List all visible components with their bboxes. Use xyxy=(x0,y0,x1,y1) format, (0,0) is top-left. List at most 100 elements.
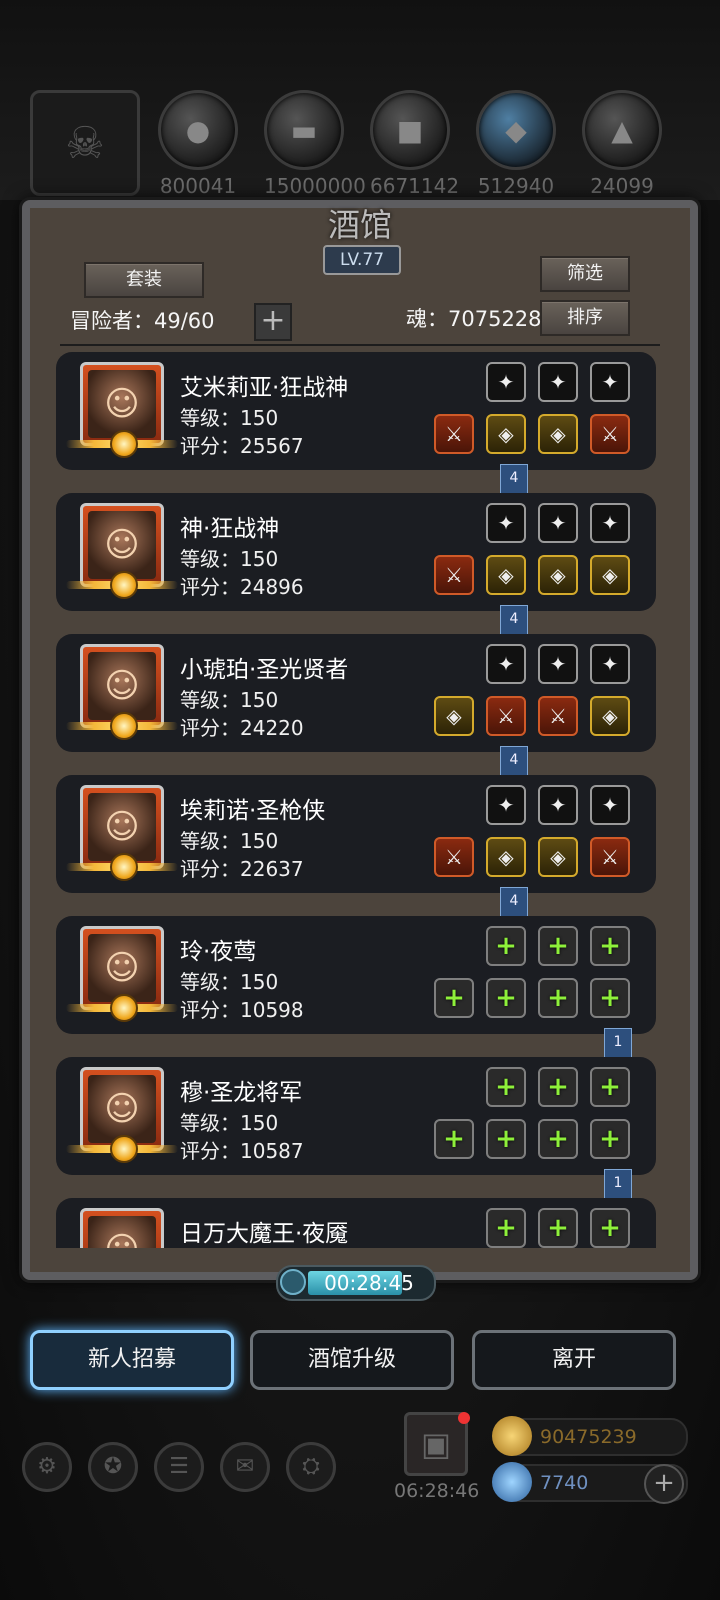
settings-icon[interactable]: ⚙ xyxy=(22,1442,72,1492)
gift-timer: 06:28:46 xyxy=(394,1480,480,1502)
resource-value: 15000000 xyxy=(264,174,366,198)
hero-card[interactable]: ☺ 埃莉诺·圣枪侠 等级：150 评分：22637 ✦ ✦ ✦ ⚔ ◈ ◈ ⚔ 4 xyxy=(56,775,656,917)
hero-list[interactable]: ☺ 艾米莉亚·狂战神 等级：150 评分：25567 ✦ ✦ ✦ ⚔ ◈ ◈ ⚔ 4 ☺ 神·狂战神 等级：… xyxy=(56,352,656,1248)
hero-avatar-icon: ☺ xyxy=(88,511,156,579)
equipment-slot[interactable]: ✦ xyxy=(538,362,578,402)
hero-score: 评分：10587 xyxy=(180,1139,304,1163)
equipment-slot[interactable]: + xyxy=(538,1119,578,1159)
equipment-slot[interactable]: ⚔ xyxy=(434,414,474,454)
equipment-slot[interactable]: + xyxy=(590,1067,630,1107)
equipment-slot[interactable]: + xyxy=(486,1067,526,1107)
equipment-slot[interactable]: ◈ xyxy=(486,414,526,454)
equipment-slot[interactable]: ◈ xyxy=(538,837,578,877)
equipment-slot[interactable]: + xyxy=(434,978,474,1018)
recruit-button[interactable]: 新人招募 xyxy=(30,1330,234,1390)
equipment-slot[interactable]: + xyxy=(538,978,578,1018)
mail-icon[interactable]: ✉ xyxy=(220,1442,270,1492)
equipment-slot[interactable]: ✦ xyxy=(590,644,630,684)
equipment-slot[interactable]: ◈ xyxy=(538,414,578,454)
equipment-slot[interactable]: ✦ xyxy=(538,785,578,825)
equipment-slot[interactable]: + xyxy=(590,1208,630,1248)
equipment-slot[interactable]: ⚔ xyxy=(434,555,474,595)
equipment-slot[interactable]: ◈ xyxy=(590,696,630,736)
equipment-slot[interactable]: + xyxy=(538,926,578,966)
gold-value: 90475239 xyxy=(540,1426,637,1448)
upgrade-button[interactable]: 酒馆升级 xyxy=(250,1330,454,1390)
sort-button[interactable]: 排序 xyxy=(540,300,630,336)
equipment-slot[interactable]: + xyxy=(486,1119,526,1159)
equipment-slot[interactable]: + xyxy=(590,1119,630,1159)
resource-value: 24099 xyxy=(590,174,654,198)
helmet-icon[interactable]: ☠ xyxy=(30,90,140,196)
gem-currency: 7740 + xyxy=(492,1462,688,1504)
rank-gem-icon xyxy=(110,430,138,458)
equipment-slot[interactable]: ✦ xyxy=(538,644,578,684)
resource-wood[interactable]: ▬ 15000000 xyxy=(264,90,366,198)
equipment-slot[interactable]: ✦ xyxy=(486,644,526,684)
equipment-slot[interactable]: + xyxy=(590,926,630,966)
achievement-icon[interactable]: ✪ xyxy=(88,1442,138,1492)
hero-avatar-icon: ☺ xyxy=(88,793,156,861)
gem-icon xyxy=(492,1462,532,1502)
equipment-slot[interactable]: ◈ xyxy=(486,837,526,877)
gem-value: 7740 xyxy=(540,1472,589,1494)
equipment-slot[interactable]: ◈ xyxy=(590,555,630,595)
hero-avatar-icon: ☺ xyxy=(88,1075,156,1143)
equipment-slot[interactable]: + xyxy=(434,1119,474,1159)
hero-score: 评分：10598 xyxy=(180,998,304,1022)
equipment-slot[interactable]: + xyxy=(590,978,630,1018)
hero-card[interactable]: ☺ 神·狂战神 等级：150 评分：24896 ✦ ✦ ✦ ⚔ ◈ ◈ ◈ 4 xyxy=(56,493,656,635)
set-button[interactable]: 套装 xyxy=(84,262,204,298)
resource-value: 6671142 xyxy=(370,174,460,198)
meat-icon: ● xyxy=(158,90,238,170)
shop-icon[interactable]: ⛭ xyxy=(286,1442,336,1492)
star-tag: 4 xyxy=(500,746,528,776)
hero-card[interactable]: ☺ 日万大魔王·夜魇 + + + xyxy=(56,1198,656,1248)
equipment-slot[interactable]: ✦ xyxy=(590,362,630,402)
hero-avatar-icon: ☺ xyxy=(88,1216,156,1248)
resource-crystal[interactable]: ◆ 512940 xyxy=(476,90,556,198)
equipment-slot[interactable]: + xyxy=(486,1208,526,1248)
equipment-slot[interactable]: + xyxy=(486,926,526,966)
leave-button[interactable]: 离开 xyxy=(472,1330,676,1390)
equipment-slot[interactable]: + xyxy=(538,1208,578,1248)
quest-icon[interactable]: ☰ xyxy=(154,1442,204,1492)
equipment-slot[interactable]: ◈ xyxy=(486,555,526,595)
add-slot-button[interactable]: + xyxy=(254,303,292,341)
clock-icon xyxy=(280,1269,306,1295)
equipment-slot[interactable]: ⚔ xyxy=(590,414,630,454)
filter-button[interactable]: 筛选 xyxy=(540,256,630,292)
resource-stone[interactable]: ■ 6671142 xyxy=(370,90,460,198)
equipment-slot[interactable]: ⚔ xyxy=(538,696,578,736)
equipment-slot[interactable]: ⚔ xyxy=(486,696,526,736)
hero-level: 等级：150 xyxy=(180,970,279,994)
equipment-slot[interactable]: ✦ xyxy=(590,503,630,543)
equipment-slot[interactable]: ✦ xyxy=(590,785,630,825)
equipment-slot[interactable]: ✦ xyxy=(538,503,578,543)
hero-name: 穆·圣龙将军 xyxy=(180,1080,303,1106)
equipment-slot[interactable]: ⚔ xyxy=(434,837,474,877)
hero-avatar-icon: ☺ xyxy=(88,652,156,720)
equipment-slot[interactable]: ✦ xyxy=(486,362,526,402)
hero-card[interactable]: ☺ 小琥珀·圣光贤者 等级：150 评分：24220 ✦ ✦ ✦ ◈ ⚔ ⚔ ◈ 4 xyxy=(56,634,656,776)
hero-card[interactable]: ☺ 穆·圣龙将军 等级：150 评分：10587 + + + + + + +1 xyxy=(56,1057,656,1199)
timer-text: 00:28:45 xyxy=(324,1271,414,1295)
hero-card[interactable]: ☺ 艾米莉亚·狂战神 等级：150 评分：25567 ✦ ✦ ✦ ⚔ ◈ ◈ ⚔ 4 xyxy=(56,352,656,494)
star-tag: 4 xyxy=(500,605,528,635)
equipment-slot[interactable]: ◈ xyxy=(538,555,578,595)
equipment-slot[interactable]: ✦ xyxy=(486,785,526,825)
equipment-slot[interactable]: + xyxy=(486,978,526,1018)
rank-gem-icon xyxy=(110,712,138,740)
rank-gem-icon xyxy=(110,853,138,881)
resource-iron[interactable]: ▲ 24099 xyxy=(582,90,662,198)
hero-card[interactable]: ☺ 玲·夜莺 等级：150 评分：10598 + + + + + + +1 xyxy=(56,916,656,1058)
hero-name: 神·狂战神 xyxy=(180,516,280,542)
resource-meat[interactable]: ● 800041 xyxy=(158,90,238,198)
rank-gem-icon xyxy=(110,994,138,1022)
equipment-slot[interactable]: ✦ xyxy=(486,503,526,543)
equipment-slot[interactable]: ◈ xyxy=(434,696,474,736)
equipment-slot[interactable]: + xyxy=(538,1067,578,1107)
hero-portrait[interactable]: ☺ xyxy=(80,1208,164,1248)
add-gem-button[interactable]: + xyxy=(644,1464,684,1504)
equipment-slot[interactable]: ⚔ xyxy=(590,837,630,877)
